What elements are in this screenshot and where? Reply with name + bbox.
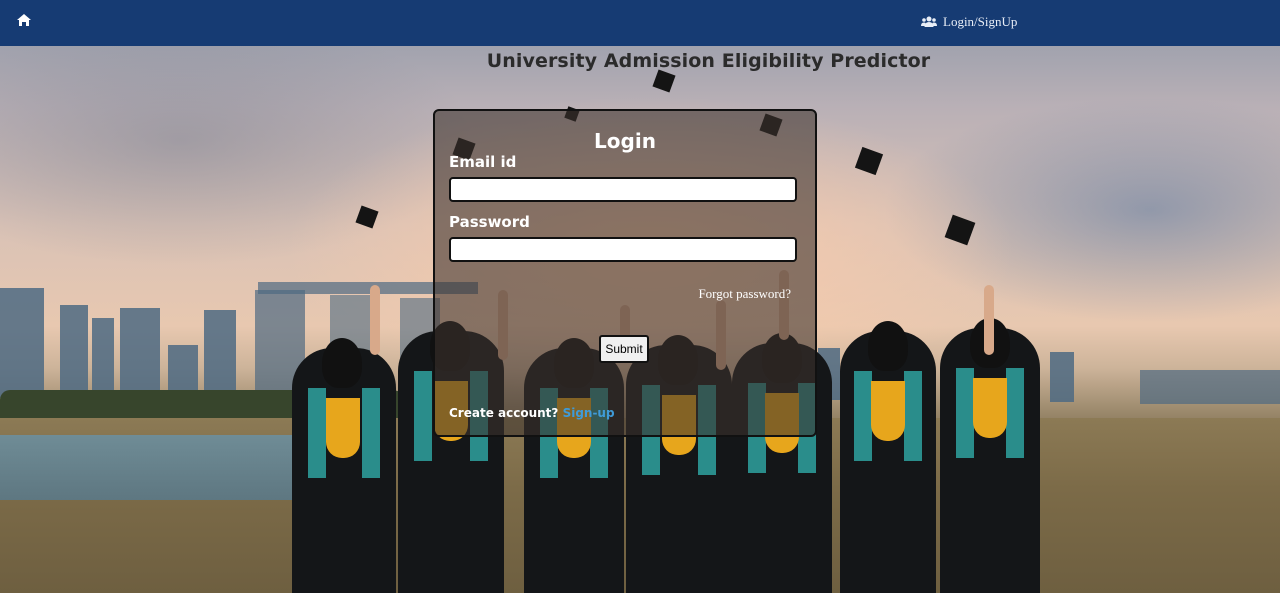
password-field[interactable] (449, 237, 797, 262)
thrown-cap (854, 146, 884, 176)
navbar: Login/SignUp (0, 0, 1280, 46)
users-icon (921, 16, 937, 28)
forgot-password-link[interactable]: Forgot password? (698, 286, 791, 302)
graduate (292, 338, 396, 593)
submit-button[interactable]: Submit (599, 335, 649, 363)
thrown-cap (355, 205, 379, 229)
create-account-prompt: Create account? (449, 406, 559, 420)
thrown-cap (944, 214, 976, 246)
signup-link[interactable]: Sign-up (563, 406, 615, 420)
raised-arm (370, 285, 380, 355)
email-field[interactable] (449, 177, 797, 202)
login-title: Login (594, 129, 656, 153)
skyline-building (1140, 370, 1280, 404)
skyline-building (0, 288, 44, 398)
login-signup-label: Login/SignUp (943, 14, 1018, 29)
create-account-row: Create account? Sign-up (449, 406, 615, 420)
password-label: Password (449, 213, 530, 231)
raised-arm (984, 285, 994, 355)
graduate (840, 321, 936, 593)
graduate (940, 318, 1040, 593)
login-form: Login Email id Password Forgot password?… (433, 109, 817, 437)
page-title: University Admission Eligibility Predict… (486, 50, 931, 72)
skyline-building (204, 310, 236, 400)
thrown-cap (652, 69, 676, 93)
skyline-building (1050, 352, 1074, 402)
skyline-building (120, 308, 160, 400)
skyline-building (60, 305, 88, 400)
home-icon[interactable] (16, 13, 34, 31)
login-signup-link[interactable]: Login/SignUp (921, 14, 1017, 30)
email-label: Email id (449, 153, 517, 171)
skyline-building (92, 318, 114, 398)
